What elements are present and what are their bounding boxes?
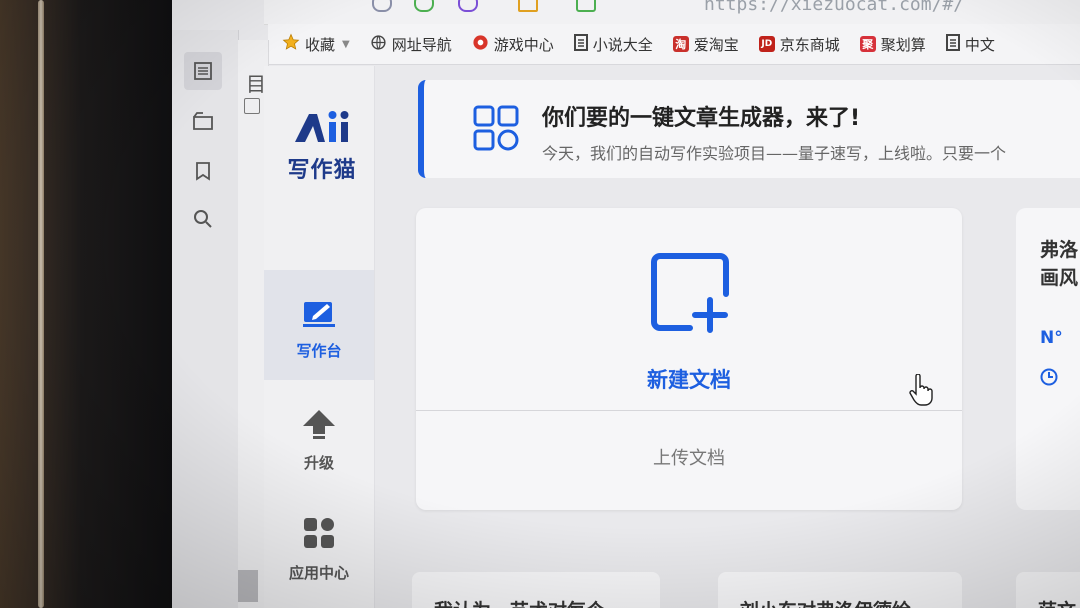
nav-label: 应用中心 <box>288 564 349 582</box>
search-button[interactable] <box>184 200 222 238</box>
article-card[interactable]: 范文 <box>1016 572 1080 608</box>
bookmark-label: 游戏中心 <box>493 35 554 54</box>
logo-text: 写作猫 <box>287 157 357 183</box>
bookmark-button[interactable] <box>184 152 222 190</box>
chevron-down-icon[interactable]: ▼ <box>342 39 350 50</box>
main-content: 你们要的一键文章生成器，来了! 今天，我们的自动写作实验项目——量子速写，上线啦… <box>374 66 1080 608</box>
address-bar[interactable]: https://xiezuocat.com/#/ <box>704 0 964 15</box>
nav-item-workspace[interactable]: 写作台 <box>264 270 374 380</box>
article-card[interactable]: 刘小东对弗洛伊德绘 <box>718 572 962 608</box>
new-document-icon <box>650 252 732 338</box>
clock-icon <box>1040 368 1058 390</box>
banner-title: 你们要的一键文章生成器，来了! <box>542 106 861 131</box>
cable <box>38 0 44 608</box>
upload-document-button[interactable]: 上传文档 <box>416 444 962 470</box>
bookmark-jd[interactable]: JD 京东商城 <box>758 34 840 55</box>
bookmark-label: 爱淘宝 <box>693 35 739 54</box>
bookmark-juhuasuan[interactable]: 聚 聚划算 <box>859 34 926 55</box>
logo-icon <box>295 111 349 142</box>
refresh-icon[interactable] <box>414 0 434 12</box>
panel-title-fragment: 目 <box>246 72 266 96</box>
app-logo[interactable]: 写作猫 <box>282 108 362 184</box>
announcement-banner[interactable]: 你们要的一键文章生成器，来了! 今天，我们的自动写作实验项目——量子速写，上线啦… <box>418 80 1080 178</box>
monitor-bezel <box>0 0 180 608</box>
bookmark-taobao[interactable]: 淘 爱淘宝 <box>672 34 739 55</box>
scrollbar-thumb[interactable] <box>238 570 258 602</box>
recent-document-card[interactable]: 弗洛 画风 N° <box>1016 208 1080 510</box>
bookmark-label: 中文 <box>964 35 995 54</box>
upgrade-arrow-icon <box>264 408 374 444</box>
bookmark-label: 网址导航 <box>391 35 452 54</box>
globe-icon <box>370 34 387 55</box>
screen: https://xiezuocat.com/#/ 收藏 ▼ 网址导航 游戏中心 <box>172 0 1080 608</box>
checkbox-icon[interactable] <box>244 98 260 114</box>
doc-icon <box>945 33 960 55</box>
juhuasuan-icon: 聚 <box>859 36 876 52</box>
bookmark-games[interactable]: 游戏中心 <box>472 34 554 55</box>
folder-icon <box>193 112 213 130</box>
divider <box>416 410 962 411</box>
bookmark-chinese[interactable]: 中文 <box>945 33 995 55</box>
title-line: 弗洛 <box>1040 239 1079 261</box>
home-icon[interactable] <box>518 0 538 12</box>
edit-icon <box>264 298 374 332</box>
star-icon <box>282 33 300 55</box>
folder-button[interactable] <box>184 102 222 140</box>
reading-list-button[interactable] <box>184 52 222 90</box>
article-title: 我认为，艺术对每个 <box>434 596 605 608</box>
bookmark-icon <box>196 162 210 181</box>
taobao-icon: 淘 <box>672 36 689 52</box>
hand-cursor-icon <box>908 373 934 410</box>
bookmark-label: 聚划算 <box>880 35 926 54</box>
history-icon[interactable] <box>458 0 478 12</box>
game-icon <box>472 34 489 55</box>
search-icon <box>194 210 212 228</box>
grid-icon <box>472 104 520 156</box>
article-title: 范文 <box>1038 596 1076 608</box>
nav-item-upgrade[interactable]: 升级 <box>264 380 374 490</box>
title-line: 画风 <box>1040 267 1079 289</box>
bookmark-nav[interactable]: 网址导航 <box>370 34 452 55</box>
article-title: 刘小东对弗洛伊德绘 <box>740 596 911 608</box>
security-icon <box>576 0 596 12</box>
bookmarks-bar: 收藏 ▼ 网址导航 游戏中心 小说大全 淘 爱淘宝 JD 京东商城 聚 聚划算 … <box>268 24 1080 65</box>
document-card: 新建文档 上传文档 <box>416 208 962 510</box>
browser-side-rail <box>172 30 239 608</box>
document-icon <box>194 62 212 80</box>
banner-subtitle: 今天，我们的自动写作实验项目——量子速写，上线啦。只要一个 <box>542 144 1007 163</box>
bookmark-label: 京东商城 <box>779 35 840 54</box>
recent-document-title: 弗洛 画风 <box>1040 236 1078 292</box>
article-card[interactable]: 我认为，艺术对每个 <box>412 572 660 608</box>
new-document-label: 新建文档 <box>647 368 731 392</box>
app-sidebar: 写作猫 写作台 升级 应用中心 <box>264 66 375 608</box>
browser-toolbar: https://xiezuocat.com/#/ <box>264 0 1080 25</box>
nav-label: 升级 <box>303 454 334 472</box>
bookmark-novels[interactable]: 小说大全 <box>573 33 653 55</box>
bookmark-label: 小说大全 <box>592 35 653 54</box>
jd-icon: JD <box>758 36 775 52</box>
doc-icon <box>573 33 588 55</box>
bookmark-favorites[interactable]: 收藏 ▼ <box>282 33 350 55</box>
bookmark-label: 收藏 <box>305 35 336 54</box>
nav-item-app-center[interactable]: 应用中心 <box>264 490 374 600</box>
nav-label: 写作台 <box>296 342 342 360</box>
nav-icon[interactable] <box>372 0 392 12</box>
word-count-badge: N° <box>1040 328 1063 348</box>
new-document-button[interactable]: 新建文档 <box>416 208 962 410</box>
apps-icon <box>264 516 374 554</box>
